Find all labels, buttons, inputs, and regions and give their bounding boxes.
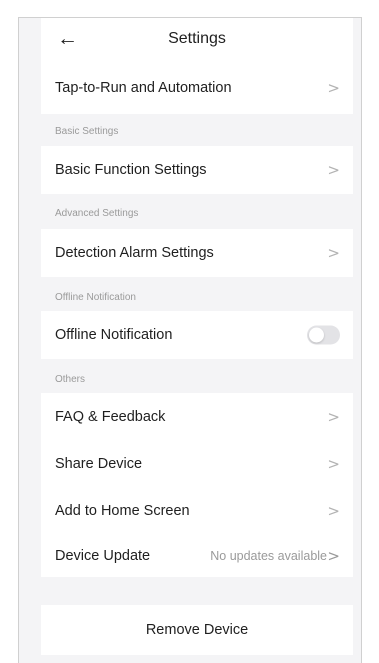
chevron-right-icon: >: [327, 454, 340, 473]
add-to-home-screen-row[interactable]: Add to Home Screen >: [41, 487, 353, 534]
chevron-right-icon: >: [327, 501, 340, 520]
device-update-status: No updates available: [210, 548, 327, 563]
chevron-right-icon: >: [327, 244, 340, 262]
offline-notification-row: Offline Notification: [41, 311, 353, 359]
add-to-home-screen-label: Add to Home Screen: [55, 502, 190, 519]
remove-device-button[interactable]: Remove Device: [41, 605, 353, 655]
chevron-right-icon: >: [327, 546, 340, 565]
basic-function-settings-label: Basic Function Settings: [55, 162, 207, 178]
device-update-label: Device Update: [55, 547, 151, 564]
chevron-right-icon: >: [327, 161, 340, 179]
page-title: Settings: [168, 30, 226, 47]
faq-feedback-label: FAQ & Feedback: [55, 408, 166, 425]
offline-notification-label: Offline Notification: [55, 327, 173, 343]
section-header-others: Others: [55, 374, 86, 385]
chevron-right-icon: >: [327, 79, 340, 97]
basic-function-settings-row[interactable]: Basic Function Settings >: [41, 146, 353, 194]
tap-to-run-automation-row[interactable]: Tap-to-Run and Automation >: [41, 62, 353, 114]
detection-alarm-settings-label: Detection Alarm Settings: [55, 245, 214, 261]
tap-to-run-label: Tap-to-Run and Automation: [55, 80, 232, 96]
remove-device-label: Remove Device: [145, 622, 249, 638]
settings-header: ← Settings: [41, 18, 353, 62]
offline-notification-toggle[interactable]: [307, 325, 340, 345]
section-header-advanced-settings: Advanced Settings: [55, 208, 139, 219]
chevron-right-icon: >: [327, 407, 340, 426]
section-header-offline-notification: Offline Notification: [55, 292, 136, 303]
share-device-row[interactable]: Share Device >: [41, 440, 353, 487]
detection-alarm-settings-row[interactable]: Detection Alarm Settings >: [41, 229, 353, 277]
faq-feedback-row[interactable]: FAQ & Feedback >: [41, 393, 353, 440]
section-header-basic-settings: Basic Settings: [55, 126, 119, 137]
toggle-knob: [309, 327, 324, 343]
share-device-label: Share Device: [55, 455, 143, 472]
device-update-row[interactable]: Device Update No updates available >: [41, 534, 353, 577]
